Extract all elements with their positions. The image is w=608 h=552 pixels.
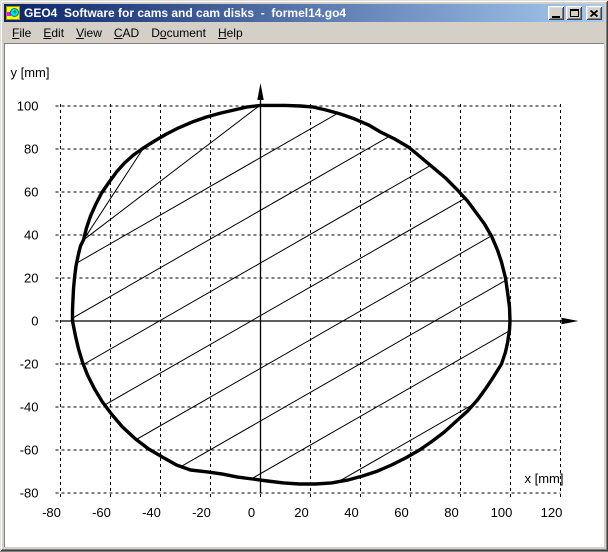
minimize-icon — [552, 16, 560, 18]
menu-item-help[interactable]: Help — [212, 24, 249, 42]
menu-item-label-part: AD — [123, 26, 140, 40]
cam-app-icon[interactable]: + — [6, 6, 20, 20]
menu-item-label-part: cument — [167, 26, 206, 40]
app-window: + GEO4 Software for cams and cam disks -… — [0, 0, 608, 551]
menu-item-label-part: ile — [19, 26, 31, 40]
plot-client-area: -80 -60 -40 -20 0 20 40 60 80 100 120 100 80 60 40 20 0 -… — [4, 43, 604, 547]
menu-item-document[interactable]: Document — [145, 24, 212, 42]
menu-item-label-part: dit — [51, 26, 64, 40]
close-icon — [590, 10, 598, 17]
y-tick-label: 20 — [24, 271, 38, 286]
menu-item-label-part: iew — [84, 26, 102, 40]
y-axis-title: y [mm] — [11, 65, 50, 80]
window-controls — [546, 6, 602, 20]
menu-item-file[interactable]: File — [6, 24, 37, 42]
x-tick-label: 0 — [248, 505, 255, 520]
menu-item-cad[interactable]: CAD — [108, 24, 145, 42]
close-button[interactable] — [586, 6, 602, 20]
x-tick-label: 120 — [541, 505, 563, 520]
menu-bar: FileEditViewCADDocumentHelp — [4, 23, 604, 42]
x-tick-label: 80 — [444, 505, 458, 520]
x-tick-label: -20 — [192, 505, 211, 520]
minimize-button[interactable] — [548, 6, 564, 20]
y-tick-label: -60 — [20, 443, 39, 458]
plot-background — [5, 44, 604, 547]
x-tick-label: 100 — [491, 505, 513, 520]
x-tick-label: 40 — [344, 505, 358, 520]
window-title: GEO4 Software for cams and cam disks - f… — [24, 6, 546, 20]
y-tick-label: -20 — [20, 357, 39, 372]
x-tick-label: -40 — [142, 505, 161, 520]
menu-item-label-part: C — [114, 26, 123, 40]
y-tick-label: -40 — [20, 400, 39, 415]
x-tick-label: -80 — [42, 505, 61, 520]
x-axis-title: x [mm] — [525, 471, 564, 486]
cam-icon-center-mark: + — [13, 11, 16, 14]
menu-item-label-part: o — [160, 26, 167, 40]
title-bar: + GEO4 Software for cams and cam disks -… — [4, 4, 604, 22]
menu-item-label-part: H — [218, 26, 227, 40]
x-tick-label: -60 — [92, 505, 111, 520]
menu-item-label-part: V — [76, 26, 84, 40]
y-tick-label: 100 — [17, 99, 39, 114]
y-tick-label: 60 — [24, 185, 38, 200]
y-tick-label: 0 — [31, 314, 38, 329]
maximize-icon — [570, 9, 579, 17]
maximize-button[interactable] — [566, 6, 582, 20]
y-tick-label: -80 — [20, 486, 39, 501]
plot-canvas: -80 -60 -40 -20 0 20 40 60 80 100 120 100 80 60 40 20 0 -… — [5, 44, 604, 547]
y-tick-label: 40 — [24, 228, 38, 243]
menu-item-view[interactable]: View — [70, 24, 108, 42]
y-tick-label: 80 — [24, 142, 38, 157]
x-tick-label: 20 — [294, 505, 308, 520]
menu-item-edit[interactable]: Edit — [37, 24, 70, 42]
menu-item-label-part: D — [151, 26, 160, 40]
x-tick-label: 60 — [394, 505, 408, 520]
menu-item-label-part: elp — [227, 26, 243, 40]
